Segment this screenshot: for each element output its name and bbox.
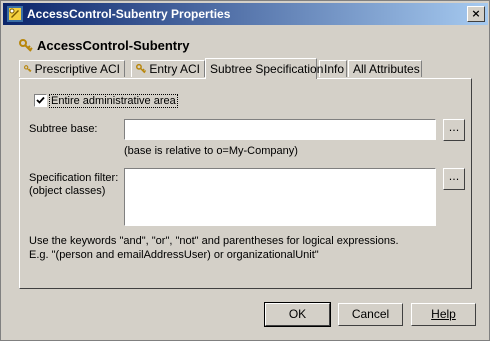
- close-button[interactable]: ×: [467, 6, 485, 22]
- tab-prescriptive-aci[interactable]: Prescriptive ACI: [19, 60, 125, 77]
- window-title: AccessControl-Subentry Properties: [27, 7, 231, 21]
- key-icon: [19, 38, 33, 52]
- checkmark-icon: [36, 96, 45, 104]
- spec-filter-sublabel: (object classes): [29, 185, 106, 197]
- key-icon: [136, 63, 147, 74]
- subtree-base-label: Subtree base:: [29, 123, 98, 135]
- subtree-base-input[interactable]: [124, 119, 436, 140]
- tab-label: Subtree Specification: [210, 62, 324, 76]
- tab-label: All Attributes: [353, 62, 420, 76]
- help-text-line-2: E.g. "(person and emailAddressUser) or o…: [29, 249, 319, 261]
- spec-filter-browse-button[interactable]: ...: [443, 168, 465, 190]
- subtree-base-hint: (base is relative to o=My-Company): [124, 145, 298, 157]
- tab-label: Info: [324, 62, 345, 76]
- entire-area-label[interactable]: Entire administrative area: [49, 94, 178, 108]
- cancel-button[interactable]: Cancel: [338, 303, 403, 326]
- entry-heading: AccessControl-Subentry: [19, 38, 189, 53]
- tab-label: Prescriptive ACI: [34, 62, 120, 76]
- subtree-specification-panel: Entire administrative area Subtree base:…: [19, 78, 472, 289]
- spec-filter-label: Specification filter:: [29, 172, 119, 184]
- app-icon: [7, 6, 23, 22]
- properties-dialog: AccessControl-Subentry Properties × Acce…: [0, 0, 490, 341]
- subtree-base-browse-button[interactable]: ...: [443, 119, 465, 141]
- spec-filter-textarea[interactable]: [124, 168, 436, 226]
- page-title: AccessControl-Subentry: [37, 38, 190, 53]
- tab-subtree-specification[interactable]: Subtree Specification: [205, 58, 323, 79]
- help-button[interactable]: Help: [411, 303, 476, 326]
- entire-area-checkbox[interactable]: [34, 94, 47, 107]
- tab-entry-aci[interactable]: Entry ACI: [131, 60, 205, 77]
- help-text-line-1: Use the keywords "and", "or", "not" and …: [29, 235, 399, 247]
- title-bar[interactable]: AccessControl-Subentry Properties ×: [3, 3, 488, 25]
- tab-label: Entry ACI: [149, 62, 200, 76]
- key-icon: [24, 65, 32, 73]
- tab-all-attributes[interactable]: All Attributes: [348, 60, 422, 77]
- ok-button[interactable]: OK: [264, 302, 331, 327]
